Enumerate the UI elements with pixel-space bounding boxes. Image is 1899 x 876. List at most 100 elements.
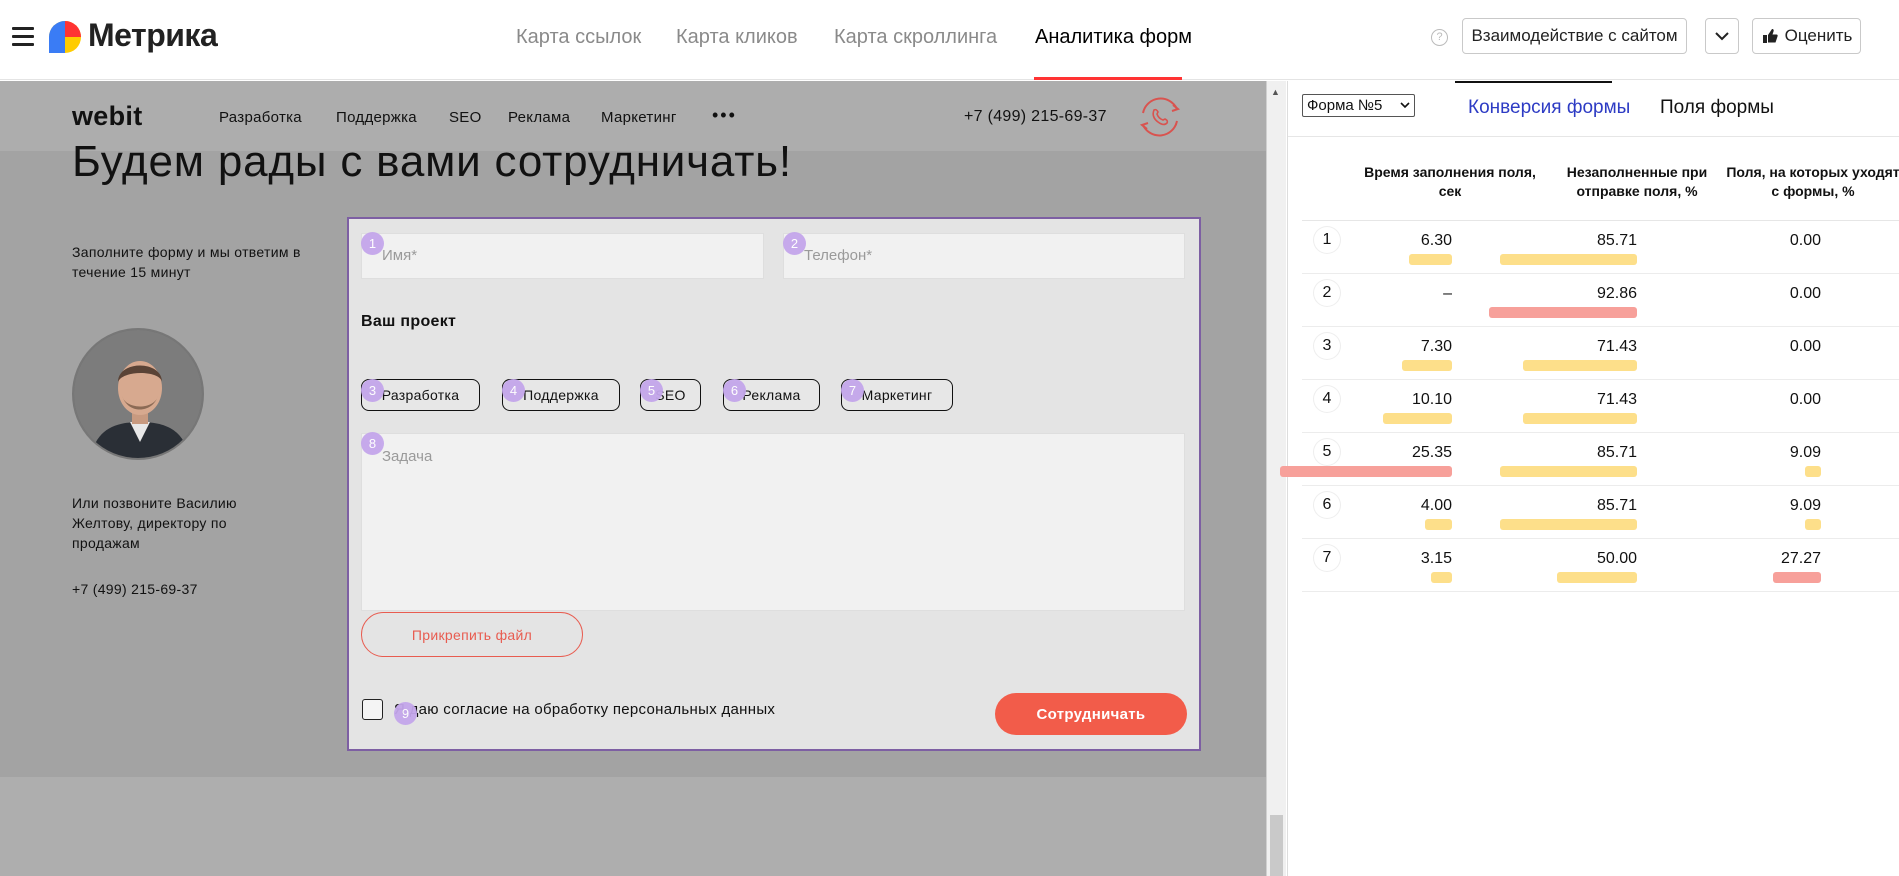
site-nav-item[interactable]: SEO [449,109,482,126]
thumbs-icon [1762,29,1778,43]
row-number: 6 [1314,492,1340,518]
name-input[interactable]: Имя* [361,233,764,279]
bar-empty-fields [1523,413,1637,424]
form-selector-value: Форма №5 [1307,97,1383,114]
consent-label: Я даю согласие на обработку персональных… [394,701,776,718]
site-contact-phone[interactable]: +7 (499) 215-69-37 [72,579,198,599]
hamburger-menu-icon[interactable] [12,27,34,47]
submit-button[interactable]: Сотрудничать [995,693,1187,735]
cell-exit-fields: 27.27 [1780,550,1821,567]
cell-exit-fields: 9.09 [1789,444,1821,461]
bar-exit-fields [1805,466,1821,477]
cell-fill-time: 6.30 [1420,232,1452,249]
bar-empty-fields [1557,572,1637,583]
help-icon[interactable]: ? [1431,29,1448,46]
attach-file-button[interactable]: Прикрепить файл [361,612,583,657]
site-footer-area [0,777,1266,876]
row-number: 1 [1314,227,1340,253]
cell-empty-fields: 71.43 [1596,338,1637,355]
avatar [72,328,204,460]
bar-exit-fields [1773,572,1821,583]
rate-button[interactable]: Оценить [1752,18,1861,54]
table-row: 7 3.15 50.00 27.27 [1302,539,1899,592]
bar-empty-fields [1500,519,1637,530]
table-row: 3 7.30 71.43 0.00 [1302,327,1899,380]
site-intro-text: Заполните форму и мы ответим в течение 1… [72,244,301,280]
site-logo: webit [72,101,143,131]
metrika-logo-icon[interactable] [48,20,82,54]
cell-exit-fields: 0.00 [1789,285,1821,302]
site-nav-item[interactable]: Поддержка [336,109,417,126]
contact-form: Имя* Телефон* Ваш проект Разработка Подд… [347,217,1201,751]
active-tab-underline [1034,77,1182,80]
cell-fill-time: 3.15 [1420,550,1452,567]
tab-indicator [1455,81,1612,83]
cell-exit-fields: 0.00 [1789,338,1821,355]
field-marker: 7 [841,379,864,402]
table-row: 1 6.30 85.71 0.00 [1302,221,1899,274]
site-interaction-button[interactable]: Взаимодействие с сайтом [1462,18,1687,54]
bar-fill-time [1425,519,1452,530]
tab-link-map[interactable]: Карта ссылок [516,26,641,49]
cell-fill-time: 10.10 [1411,391,1452,408]
bar-empty-fields [1523,360,1637,371]
rate-label: Оценить [1784,26,1853,45]
phone-callback-icon[interactable] [1133,95,1187,139]
bar-empty-fields [1500,254,1637,265]
cell-empty-fields: 85.71 [1596,232,1637,249]
cell-empty-fields: 50.00 [1596,550,1637,567]
tab-form-analytics[interactable]: Аналитика форм [1035,26,1192,49]
site-nav-item[interactable]: Разработка [219,109,302,126]
cell-exit-fields: 9.09 [1789,497,1821,514]
cell-exit-fields: 0.00 [1789,232,1821,249]
cell-empty-fields: 92.86 [1596,285,1637,302]
site-nav-item[interactable]: Реклама [508,109,570,126]
phone-input[interactable]: Телефон* [783,233,1185,279]
bar-empty-fields [1489,307,1637,318]
cell-empty-fields: 71.43 [1596,391,1637,408]
form-analytics-panel: Форма №5 Конверсия формы Поля формы Врем… [1280,81,1899,876]
project-title: Ваш проект [361,313,457,330]
field-marker: 8 [361,432,384,455]
cell-exit-fields: 0.00 [1789,391,1821,408]
scroll-up-icon[interactable]: ▲ [1271,87,1280,97]
more-dots-icon[interactable]: ••• [712,105,737,126]
field-marker: 9 [394,702,417,725]
site-preview: webit Разработка Поддержка SEO Реклама М… [0,81,1266,876]
bar-empty-fields [1500,466,1637,477]
top-bar: Метрика Карта ссылок Карта кликов Карта … [0,0,1899,80]
form-selector[interactable]: Форма №5 [1302,94,1415,117]
bar-fill-time [1409,254,1452,265]
table-row: 4 10.10 71.43 0.00 [1302,380,1899,433]
row-number: 3 [1314,333,1340,359]
site-call-text: Или позвоните Василию Желтову, директору… [72,495,237,551]
tab-click-map[interactable]: Карта кликов [676,26,798,49]
field-marker: 3 [361,379,384,402]
field-marker: 1 [361,232,384,255]
panel-divider [1288,136,1899,137]
bar-fill-time [1383,413,1452,424]
tab-form-fields[interactable]: Поля формы [1660,97,1774,119]
field-marker: 5 [640,379,663,402]
row-number: 4 [1314,386,1340,412]
site-header-phone[interactable]: +7 (499) 215-69-37 [964,108,1107,126]
site-nav-item[interactable]: Маркетинг [601,109,677,126]
row-number: 2 [1314,280,1340,306]
tab-form-conversion[interactable]: Конверсия формы [1468,97,1630,119]
table-row: 5 25.35 85.71 9.09 [1280,433,1899,486]
field-marker: 2 [783,232,806,255]
site-heading: Будем рады с вами сотрудничать! [72,137,792,186]
chevron-down-icon[interactable] [1705,18,1739,54]
metrika-form-analytics: Метрика Карта ссылок Карта кликов Карта … [0,0,1899,876]
tab-scroll-map[interactable]: Карта скроллинга [834,26,997,49]
bar-fill-time [1402,360,1452,371]
cell-fill-time: 7.30 [1420,338,1452,355]
cell-fill-time: – [1443,285,1452,302]
column-header-exit-fields: Поля, на которых уходят с формы, % [1726,164,1899,199]
consent-checkbox[interactable] [362,699,383,720]
preview-scrollbar[interactable]: ▲ [1266,81,1286,876]
scrollbar-thumb[interactable] [1270,815,1283,876]
column-header-empty-fields: Незаполненные при отправке поля, % [1566,164,1708,199]
bar-exit-fields [1805,519,1821,530]
task-textarea[interactable]: Задача [361,433,1185,611]
